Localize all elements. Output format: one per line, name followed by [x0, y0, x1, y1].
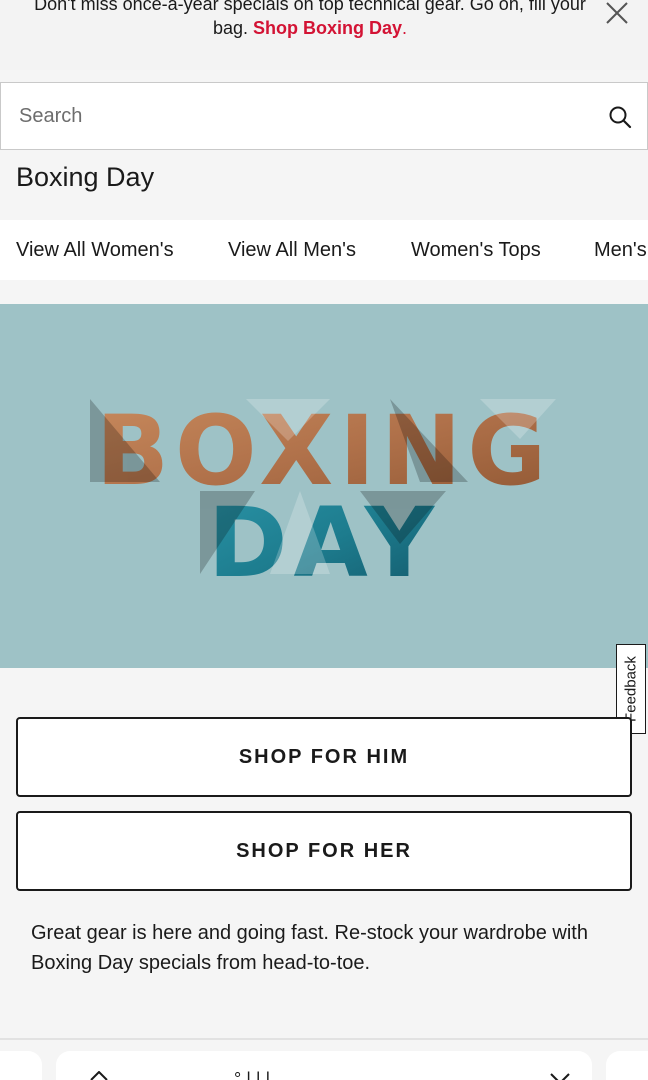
chevron-up-icon[interactable] — [90, 1071, 108, 1080]
card-partial-text: ° | | | — [234, 1069, 271, 1080]
nav-item-mens[interactable]: Men's — [594, 239, 647, 262]
close-icon[interactable] — [604, 0, 630, 26]
promo-message: Don't miss once-a-year specials on top t… — [20, 0, 600, 40]
carousel-card-main[interactable]: ° | | | — [56, 1051, 592, 1080]
hero-banner[interactable]: BOXING DAY — [0, 304, 648, 668]
boxing-day-logo: BOXING DAY — [90, 395, 556, 599]
search-input[interactable] — [1, 83, 591, 149]
page-title: Boxing Day — [16, 162, 155, 192]
section-divider — [0, 1038, 648, 1040]
search-bar — [0, 82, 648, 150]
shop-for-her-button[interactable]: SHOP FOR HER — [16, 811, 632, 891]
promo-link-suffix: . — [402, 18, 408, 38]
close-icon[interactable] — [548, 1071, 572, 1080]
shop-boxing-day-link[interactable]: Shop Boxing Day — [253, 18, 402, 38]
carousel-card-right[interactable] — [606, 1051, 648, 1080]
shop-for-him-button[interactable]: SHOP FOR HIM — [16, 717, 632, 797]
nav-item-view-all-mens[interactable]: View All Men's — [228, 239, 356, 262]
feedback-label: Feedback — [622, 656, 640, 722]
category-nav: View All Women's View All Men's Women's … — [0, 220, 648, 280]
carousel-card-left[interactable] — [0, 1051, 42, 1080]
promo-banner: Don't miss once-a-year specials on top t… — [0, 0, 648, 70]
search-icon[interactable] — [607, 104, 633, 130]
nav-item-view-all-womens[interactable]: View All Women's — [16, 239, 174, 262]
nav-item-womens-tops[interactable]: Women's Tops — [411, 239, 541, 262]
promo-description: Great gear is here and going fast. Re-st… — [31, 922, 588, 974]
